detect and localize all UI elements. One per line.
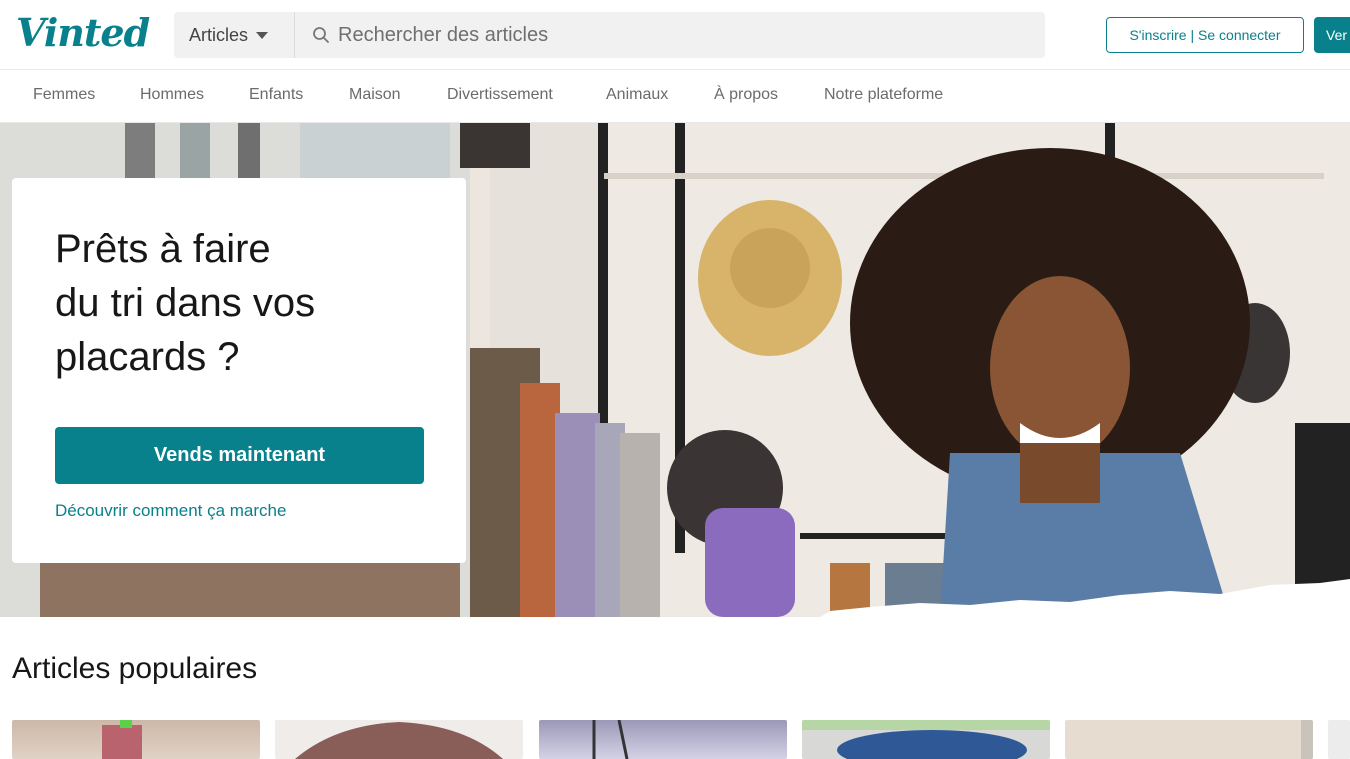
item-card[interactable]: [1328, 720, 1350, 759]
search-bar: Articles: [174, 12, 1045, 58]
sell-now-button[interactable]: Vends maintenant: [55, 427, 424, 484]
search-icon: [313, 27, 329, 43]
nav-item-a-propos[interactable]: À propos: [714, 86, 778, 104]
item-card[interactable]: [12, 720, 260, 759]
hero-banner: Prêts à faire du tri dans vos placards ?…: [0, 123, 1350, 617]
search-input[interactable]: [338, 12, 1028, 58]
how-it-works-link[interactable]: Découvrir comment ça marche: [55, 501, 286, 521]
hero-title-line-3: placards ?: [55, 335, 240, 379]
item-photo: [295, 722, 503, 759]
item-card[interactable]: [539, 720, 787, 759]
search-category-dropdown[interactable]: Articles: [174, 12, 295, 58]
item-photo: [102, 720, 142, 759]
item-card[interactable]: [802, 720, 1050, 759]
hero-title-line-1: Prêts à faire: [55, 227, 271, 271]
item-photo: [1301, 720, 1313, 759]
nav-item-hommes[interactable]: Hommes: [140, 86, 204, 104]
item-photo: [592, 720, 629, 759]
hero-title-line-2: du tri dans vos: [55, 281, 316, 325]
nav-item-divertissement[interactable]: Divertissement: [447, 86, 553, 104]
popular-items-title: Articles populaires: [12, 652, 258, 685]
search-category-label: Articles: [189, 24, 249, 45]
nav-item-enfants[interactable]: Enfants: [249, 86, 303, 104]
chevron-down-icon: [256, 31, 269, 39]
category-nav: Femmes Hommes Enfants Maison Divertissem…: [0, 70, 1350, 123]
nav-item-notre-plateforme[interactable]: Notre plateforme: [824, 86, 943, 104]
signup-login-button[interactable]: S'inscrire | Se connecter: [1106, 17, 1304, 53]
item-card[interactable]: [1065, 720, 1313, 759]
sell-now-button-header[interactable]: Ver: [1314, 17, 1350, 53]
item-card[interactable]: [275, 720, 523, 759]
top-header: Vinted Articles S'inscrire | Se connecte…: [0, 0, 1350, 70]
nav-item-femmes[interactable]: Femmes: [33, 86, 95, 104]
item-photo: [802, 720, 1050, 759]
hero-card: Prêts à faire du tri dans vos placards ?…: [12, 178, 466, 563]
vinted-logo[interactable]: Vinted: [16, 10, 150, 55]
nav-item-animaux[interactable]: Animaux: [606, 86, 668, 104]
nav-item-maison[interactable]: Maison: [349, 86, 401, 104]
hero-title: Prêts à faire du tri dans vos placards ?: [55, 222, 435, 384]
